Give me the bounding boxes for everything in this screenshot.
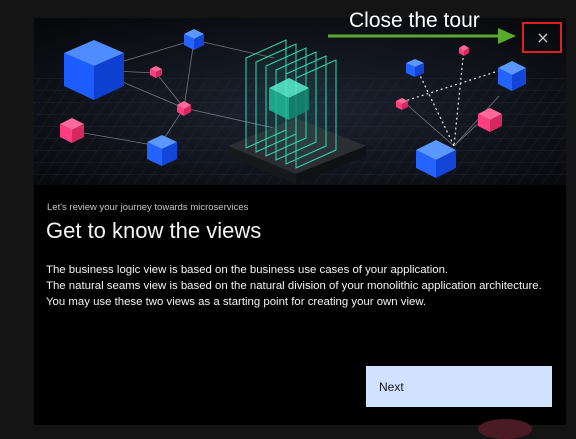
tour-subtitle: Let's review your journey towards micros… <box>47 202 249 213</box>
tour-description: The business logic view is based on the … <box>46 262 546 311</box>
callout-arrow-icon <box>328 28 516 44</box>
next-button[interactable]: Next <box>366 366 552 407</box>
tour-title: Get to know the views <box>46 218 262 243</box>
close-icon[interactable]: × <box>528 27 558 49</box>
background-shape <box>478 419 532 439</box>
description-line: The natural seams view is based on the n… <box>46 280 542 293</box>
description-line: You may use these two views as a startin… <box>46 296 427 309</box>
tour-modal: Let's review your journey towards micros… <box>34 18 566 425</box>
description-line: The business logic view is based on the … <box>46 264 449 276</box>
